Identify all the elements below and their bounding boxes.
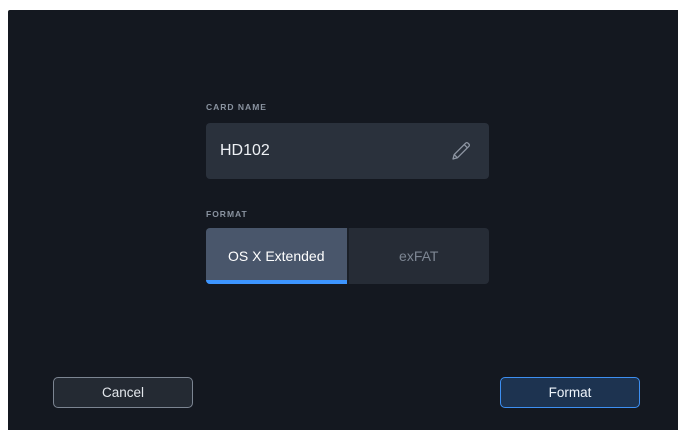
format-card-screen: CARD NAME HD102 FORMAT OS X Extended exF…	[8, 10, 678, 430]
card-name-label: CARD NAME	[206, 102, 267, 112]
format-option-os-x-extended[interactable]: OS X Extended	[206, 228, 347, 284]
format-option-exfat[interactable]: exFAT	[346, 228, 490, 284]
pencil-icon[interactable]	[449, 139, 473, 163]
format-toggle: OS X Extended exFAT	[206, 228, 489, 284]
card-name-field[interactable]: HD102	[206, 123, 489, 179]
cancel-button[interactable]: Cancel	[53, 377, 193, 408]
format-button[interactable]: Format	[500, 377, 640, 408]
card-name-value: HD102	[220, 142, 270, 159]
format-label: FORMAT	[206, 209, 248, 219]
